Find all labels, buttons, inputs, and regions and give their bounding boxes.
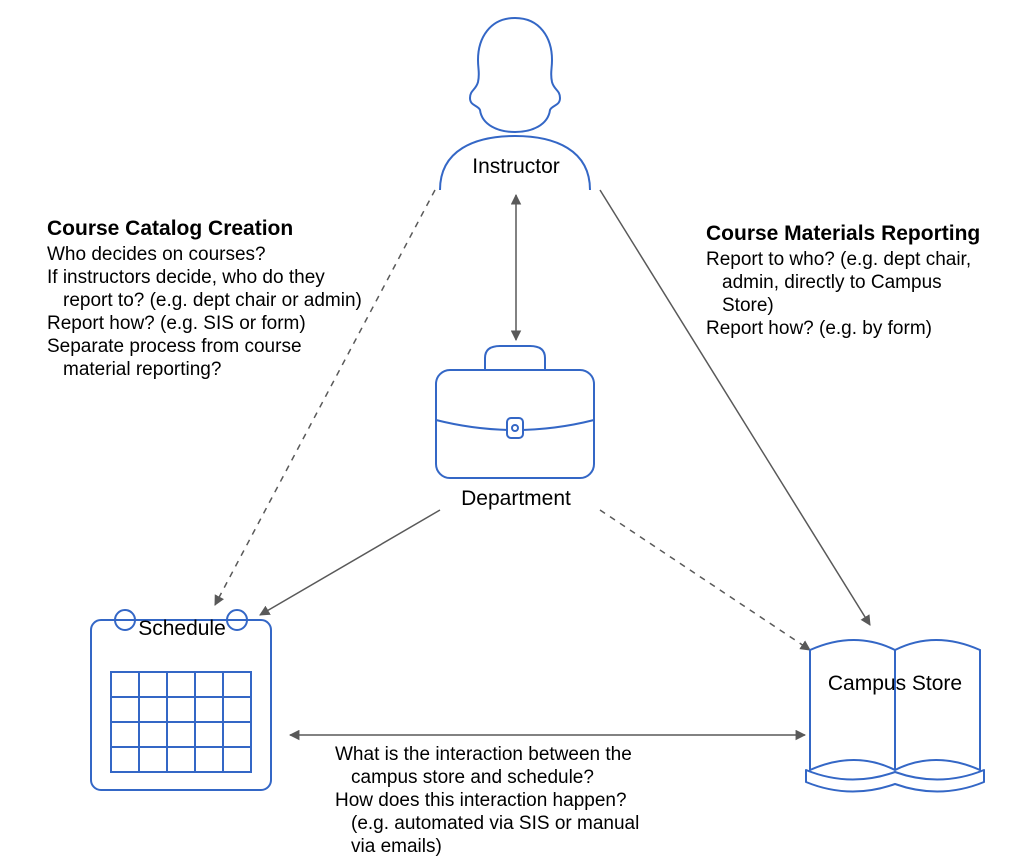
- note-interaction: What is the interaction between the camp…: [335, 744, 639, 857]
- svg-text:campus store and schedule?: campus store and schedule?: [351, 767, 594, 788]
- svg-text:What is the interaction betwee: What is the interaction between the: [335, 744, 632, 765]
- edge-department-schedule: [260, 510, 440, 615]
- svg-text:(e.g. automated via SIS or man: (e.g. automated via SIS or manual: [351, 813, 639, 834]
- svg-text:Report how? (e.g. by form): Report how? (e.g. by form): [706, 318, 932, 339]
- label-instructor: Instructor: [472, 155, 560, 178]
- process-diagram: Instructor Department Schedule Cam: [0, 0, 1034, 868]
- svg-text:via emails): via emails): [351, 836, 442, 857]
- svg-text:Who decides on courses?: Who decides on courses?: [47, 244, 266, 265]
- note-course-catalog: Course Catalog Creation Who decides on c…: [47, 217, 362, 380]
- svg-text:Separate process from course: Separate process from course: [47, 336, 302, 357]
- svg-text:How does this interaction happ: How does this interaction happen?: [335, 790, 627, 811]
- svg-text:report to? (e.g. dept chair or: report to? (e.g. dept chair or admin): [63, 290, 362, 311]
- svg-text:admin, directly to Campus: admin, directly to Campus: [722, 272, 942, 293]
- label-schedule: Schedule: [138, 617, 226, 640]
- node-department: [436, 346, 594, 478]
- node-store: [806, 640, 984, 792]
- label-store: Campus Store: [828, 672, 962, 695]
- note-course-materials: Course Materials Reporting Report to who…: [706, 222, 980, 339]
- svg-text:material reporting?: material reporting?: [63, 359, 221, 380]
- svg-text:If instructors decide, who do: If instructors decide, who do they: [47, 267, 325, 288]
- note-title: Course Catalog Creation: [47, 217, 293, 240]
- edge-department-store: [600, 510, 810, 650]
- svg-text:Report how? (e.g. SIS or form): Report how? (e.g. SIS or form): [47, 313, 306, 334]
- label-department: Department: [461, 487, 571, 510]
- svg-text:Report to who? (e.g. dept chai: Report to who? (e.g. dept chair,: [706, 249, 971, 270]
- note-title: Course Materials Reporting: [706, 222, 980, 245]
- svg-text:Store): Store): [722, 295, 774, 316]
